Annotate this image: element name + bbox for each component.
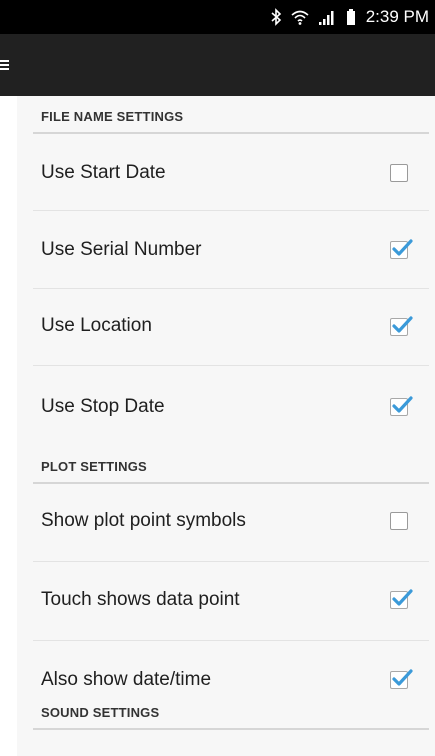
setting-show-plot-point-symbols[interactable]: Show plot point symbols	[33, 484, 429, 562]
section-header-label: PLOT SETTINGS	[41, 459, 147, 474]
setting-use-stop-date[interactable]: Use Stop Date	[33, 366, 429, 446]
app-bar	[0, 34, 435, 96]
checkbox-use-serial-number[interactable]	[390, 239, 413, 259]
section-header-sound: SOUND SETTINGS	[33, 690, 429, 730]
checkbox-use-location[interactable]	[390, 316, 413, 336]
section-header-label: SOUND SETTINGS	[41, 705, 160, 720]
bluetooth-icon	[270, 8, 282, 26]
setting-label: Use Serial Number	[41, 239, 202, 260]
status-bar: 2:39 PM	[0, 0, 435, 34]
setting-label: Use Stop Date	[41, 396, 165, 417]
hamburger-menu-icon[interactable]	[0, 60, 10, 70]
setting-label: Use Start Date	[41, 162, 166, 183]
battery-icon	[346, 8, 356, 26]
section-header-plot: PLOT SETTINGS	[33, 446, 429, 484]
wifi-icon	[290, 8, 310, 26]
setting-use-start-date[interactable]: Use Start Date	[33, 134, 429, 211]
section-header-file-name: FILE NAME SETTINGS	[33, 96, 429, 134]
setting-use-serial-number[interactable]: Use Serial Number	[33, 211, 429, 289]
settings-list: FILE NAME SETTINGS Use Start Date Use Se…	[17, 96, 435, 756]
section-header-label: FILE NAME SETTINGS	[41, 109, 184, 124]
setting-label: Show plot point symbols	[41, 510, 246, 531]
checkbox-also-show-date-time[interactable]	[390, 669, 413, 689]
signal-icon	[318, 8, 338, 26]
setting-label: Use Location	[41, 315, 152, 336]
setting-label: Touch shows data point	[41, 589, 240, 610]
setting-label: Also show date/time	[41, 669, 212, 690]
status-icons: 2:39 PM	[270, 0, 429, 34]
setting-touch-shows-data-point[interactable]: Touch shows data point	[33, 562, 429, 641]
checkbox-use-start-date[interactable]	[390, 164, 408, 182]
checkbox-use-stop-date[interactable]	[390, 396, 413, 416]
setting-use-location[interactable]: Use Location	[33, 289, 429, 366]
status-time: 2:39 PM	[365, 7, 429, 26]
checkbox-show-plot-point-symbols[interactable]	[390, 512, 408, 530]
checkbox-touch-shows-data-point[interactable]	[390, 589, 413, 609]
